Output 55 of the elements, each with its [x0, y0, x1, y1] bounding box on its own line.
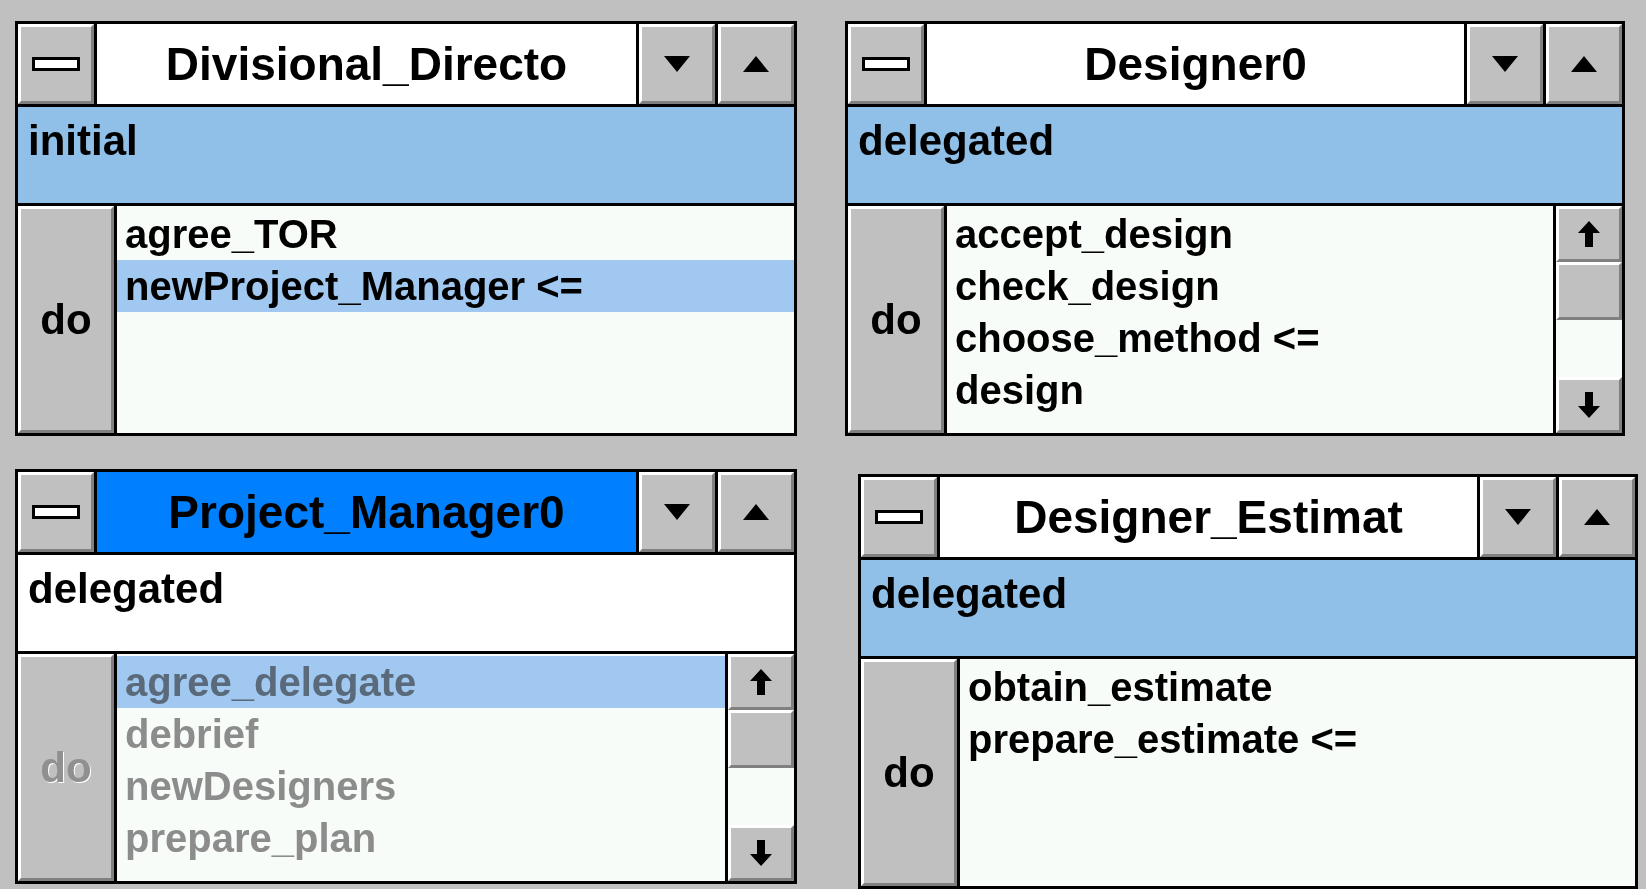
dash-icon: [862, 57, 910, 71]
system-menu-button[interactable]: [861, 477, 937, 557]
list-item[interactable]: choose_method <=: [947, 312, 1553, 364]
up-triangle-icon: [1571, 56, 1597, 72]
up-arrow-icon: [750, 669, 772, 695]
system-menu-button[interactable]: [18, 24, 94, 104]
down-triangle-icon: [664, 504, 690, 520]
down-triangle-icon: [1492, 56, 1518, 72]
do-button[interactable]: do: [18, 206, 114, 433]
down-triangle-icon: [664, 56, 690, 72]
dash-icon: [32, 57, 80, 71]
window-title: Designer0: [927, 24, 1464, 104]
list-item[interactable]: check_design: [947, 260, 1553, 312]
window-title: Divisional_Directo: [97, 24, 636, 104]
scrollbar[interactable]: [728, 654, 794, 881]
maximize-button[interactable]: [1546, 24, 1622, 104]
scroll-thumb[interactable]: [1556, 262, 1622, 320]
state-label: delegated: [861, 560, 1635, 656]
down-arrow-icon: [750, 840, 772, 866]
scrollbar[interactable]: [1556, 206, 1622, 433]
scroll-down-button[interactable]: [728, 825, 794, 881]
state-label: initial: [18, 107, 794, 203]
minimize-button[interactable]: [639, 472, 715, 552]
scroll-thumb[interactable]: [728, 710, 794, 768]
scroll-up-button[interactable]: [728, 654, 794, 710]
up-arrow-icon: [1578, 221, 1600, 247]
list-item[interactable]: accept_design: [947, 208, 1553, 260]
minimize-button[interactable]: [1480, 477, 1556, 557]
system-menu-button[interactable]: [18, 472, 94, 552]
list-item[interactable]: agree_TOR: [117, 208, 794, 260]
do-button[interactable]: do: [861, 659, 957, 886]
list-item[interactable]: prepare_estimate <=: [960, 713, 1635, 765]
state-label: delegated: [18, 555, 794, 651]
list-item[interactable]: obtain_estimate: [960, 661, 1635, 713]
down-arrow-icon: [1578, 392, 1600, 418]
list-item[interactable]: design: [947, 364, 1553, 416]
window-title: Designer_Estimat: [940, 477, 1477, 557]
scroll-up-button[interactable]: [1556, 206, 1622, 262]
state-label: delegated: [848, 107, 1622, 203]
up-triangle-icon: [1584, 509, 1610, 525]
window-title: Project_Manager0: [97, 472, 636, 552]
down-triangle-icon: [1505, 509, 1531, 525]
maximize-button[interactable]: [1559, 477, 1635, 557]
dash-icon: [32, 505, 80, 519]
minimize-button[interactable]: [1467, 24, 1543, 104]
scroll-down-button[interactable]: [1556, 377, 1622, 433]
do-button[interactable]: do: [848, 206, 944, 433]
dash-icon: [875, 510, 923, 524]
up-triangle-icon: [743, 504, 769, 520]
system-menu-button[interactable]: [848, 24, 924, 104]
minimize-button[interactable]: [639, 24, 715, 104]
up-triangle-icon: [743, 56, 769, 72]
list-item[interactable]: newProject_Manager <=: [117, 260, 794, 312]
maximize-button[interactable]: [718, 24, 794, 104]
maximize-button[interactable]: [718, 472, 794, 552]
